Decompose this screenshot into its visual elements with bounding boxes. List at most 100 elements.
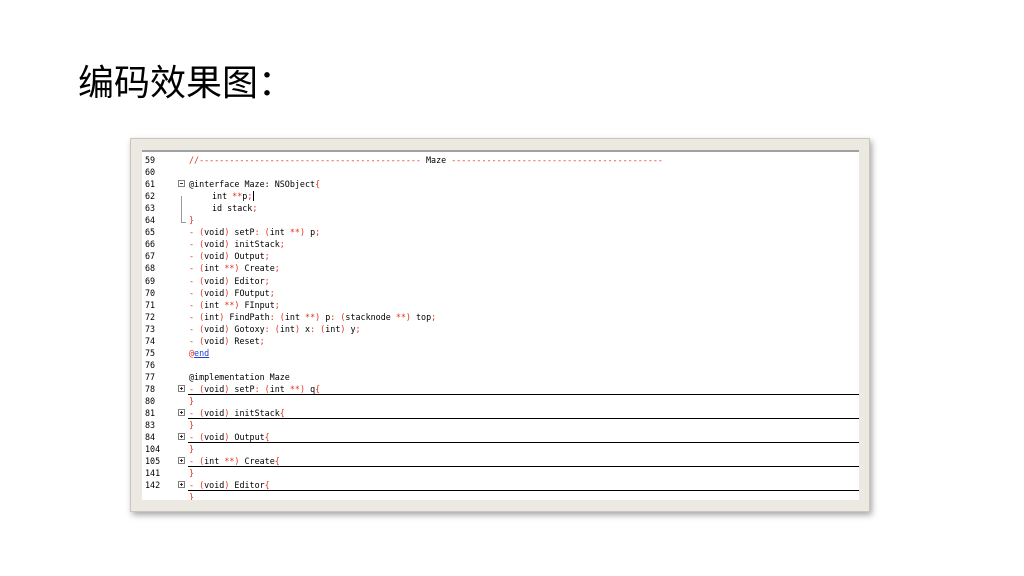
code-token: Output xyxy=(234,432,265,443)
code-token: ) xyxy=(405,311,417,322)
code-line[interactable]: 67 - (void) Output; xyxy=(142,250,859,262)
expand-fold-icon[interactable] xyxy=(178,433,185,441)
slide-title: 编码效果图： xyxy=(78,63,295,104)
code-token: void xyxy=(204,323,225,334)
code-line[interactable]: 104} xyxy=(142,443,859,455)
code-token: ** xyxy=(289,383,300,394)
code-token: { xyxy=(264,480,270,491)
code-line[interactable]: 61 @interface Maze: NSObject{ xyxy=(142,178,859,190)
code-token: } xyxy=(189,215,195,226)
code-line[interactable]: 141} xyxy=(142,467,859,479)
code-line[interactable]: 77 @implementation Maze xyxy=(142,371,859,383)
line-number: 65 xyxy=(145,227,156,238)
code-line[interactable]: 66 - (void) initStack; xyxy=(142,238,859,250)
line-number: 74 xyxy=(145,335,156,346)
code-token: id stack xyxy=(212,203,253,214)
code-token: - ( xyxy=(189,239,205,250)
code-token: - ( xyxy=(189,408,205,419)
expand-fold-icon[interactable] xyxy=(178,409,185,417)
code-token: ) xyxy=(340,323,351,334)
code-text: - (int **) Create; xyxy=(189,262,280,274)
line-number: 70 xyxy=(145,287,156,298)
code-token: { xyxy=(264,432,270,443)
code-token: FOutput xyxy=(234,287,270,298)
code-line[interactable]: 59 //------------------------------------… xyxy=(142,154,859,166)
code-line[interactable]: 142 - (void) Editor{ xyxy=(142,479,859,492)
code-line[interactable]: } xyxy=(142,491,859,500)
code-line[interactable]: 80} xyxy=(142,395,859,407)
code-token: ) xyxy=(299,227,311,238)
line-number: 77 xyxy=(145,371,156,382)
expand-fold-icon[interactable] xyxy=(178,384,185,392)
code-line[interactable]: 62 int **p; xyxy=(142,190,859,202)
code-token: Reset xyxy=(234,335,260,346)
code-token: end xyxy=(194,347,210,358)
code-line[interactable]: 74 - (void) Reset; xyxy=(142,335,859,347)
code-token: - ( xyxy=(189,263,205,274)
expand-fold-icon[interactable] xyxy=(178,457,185,465)
code-token: ) xyxy=(224,287,235,298)
code-token: void xyxy=(204,408,225,419)
code-token: initStack xyxy=(234,408,280,419)
code-text: //--------------------------------------… xyxy=(189,154,663,166)
code-line[interactable]: 65 - (void) setP: (int **) p; xyxy=(142,226,859,238)
code-token: ) xyxy=(224,432,235,443)
code-line[interactable]: 72 - (int) FindPath: (int **) p: (stackno… xyxy=(142,311,859,323)
code-text: - (void) Output; xyxy=(189,250,270,262)
code-token: ** xyxy=(289,227,300,238)
code-token: Editor xyxy=(234,480,265,491)
code-token: } xyxy=(189,444,195,455)
code-token: : ( xyxy=(254,227,270,238)
code-text: } xyxy=(189,395,194,407)
line-number: 84 xyxy=(145,432,156,443)
code-token: - ( xyxy=(189,335,205,346)
code-token: ; xyxy=(274,263,280,274)
code-line[interactable]: 75 @end xyxy=(142,347,859,359)
code-line[interactable]: 63 id stack; xyxy=(142,202,859,214)
line-number: 104 xyxy=(145,444,161,455)
code-text: } xyxy=(189,214,194,226)
code-text: - (void) setP: (int **) p; xyxy=(189,226,320,238)
code-line[interactable]: 78- (void) setP: (int **) q{ xyxy=(142,383,859,395)
code-token: int xyxy=(284,311,306,322)
code-text: @implementation Maze xyxy=(189,371,290,383)
code-token: - ( xyxy=(189,275,205,286)
code-line[interactable]: 64} xyxy=(142,214,859,226)
code-text: - (void) Editor; xyxy=(189,275,270,287)
code-line[interactable]: 76 xyxy=(142,359,859,371)
code-line[interactable]: 68 - (int **) Create; xyxy=(142,262,859,274)
code-token: void xyxy=(204,287,225,298)
expand-fold-icon[interactable] xyxy=(178,481,185,489)
code-token: int xyxy=(204,299,225,310)
code-text: @end xyxy=(189,347,209,359)
line-number: 76 xyxy=(145,359,156,370)
code-text: - (int **) FInput; xyxy=(189,299,280,311)
code-token: Maze xyxy=(425,155,447,165)
code-line[interactable]: 69 - (void) Editor; xyxy=(142,275,859,287)
code-token: - ( xyxy=(189,323,205,334)
code-token: void xyxy=(204,335,225,346)
code-line[interactable]: 71 - (int **) FInput; xyxy=(142,299,859,311)
code-line[interactable]: 84 - (void) Output{ xyxy=(142,431,859,444)
code-editor[interactable]: 59 //------------------------------------… xyxy=(142,150,859,500)
code-token: void xyxy=(204,251,225,262)
code-line[interactable]: 83} xyxy=(142,419,859,431)
code-token: - ( xyxy=(189,480,205,491)
code-line[interactable]: 81 - (void) initStack{ xyxy=(142,407,859,420)
code-token: : ( xyxy=(254,383,270,394)
line-number: 68 xyxy=(145,263,156,274)
code-token: top xyxy=(416,311,432,322)
code-line[interactable]: 73 - (void) Gotoxy: (int) x: (int) y; xyxy=(142,323,859,335)
code-line[interactable]: 60 xyxy=(142,166,859,178)
code-token: ) xyxy=(224,335,235,346)
code-token: ** xyxy=(305,311,316,322)
code-token: { xyxy=(315,179,321,190)
code-token: void xyxy=(204,383,225,394)
code-line[interactable]: 105 - (int **) Create{ xyxy=(142,455,859,468)
line-number: 66 xyxy=(145,239,156,250)
code-line[interactable]: 70 - (void) FOutput; xyxy=(142,287,859,299)
code-text: int **p; xyxy=(212,190,255,202)
collapse-fold-icon[interactable] xyxy=(178,180,185,188)
code-token: ) xyxy=(224,383,235,394)
code-token: ; xyxy=(252,203,258,214)
